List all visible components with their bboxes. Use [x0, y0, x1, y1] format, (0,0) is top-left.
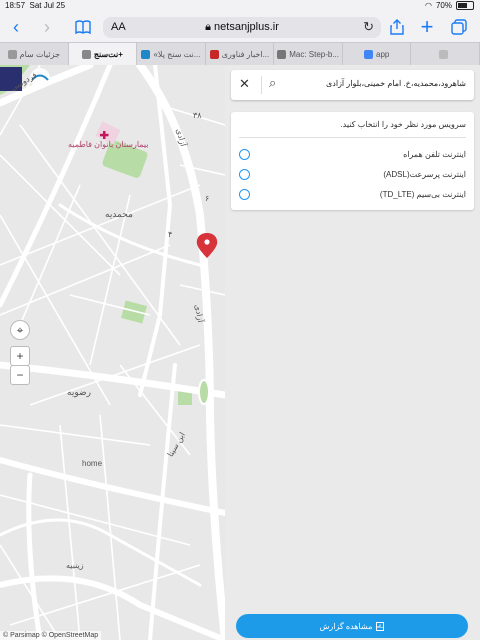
view-report-button[interactable]: مشاهده گزارش [236, 614, 468, 638]
tabs-icon [451, 19, 467, 35]
wifi-icon: ◠ [425, 1, 432, 10]
side-panel: ✕ ⌕ شاهرود،محمدیه،خ. امام خمینی،بلوار آز… [225, 65, 480, 640]
status-date: Sat Jul 25 [29, 1, 66, 10]
hospital-label: بیمارستان بانوان فاطمیه [68, 140, 149, 149]
map-attribution: © Parsimap © OpenStreetMap [0, 631, 102, 640]
book-icon [75, 20, 91, 34]
share-icon [390, 19, 404, 35]
zoom-in-button[interactable]: + [10, 346, 30, 366]
tab-label: اخبار فناوری... [221, 49, 270, 59]
status-bar: 18:57 Sat Jul 25 ◠ 70% [0, 0, 480, 12]
battery-percent: 70% [435, 1, 452, 10]
address-bar[interactable]: AA 🔒︎ netsanjplus.ir ↻ [103, 17, 381, 38]
tab-label: جزئیات سام [19, 49, 60, 59]
netsanj-icon [141, 49, 151, 59]
browser-toolbar: ‹ › AA 🔒︎ netsanjplus.ir ↻ + [0, 12, 480, 42]
news-icon [209, 49, 219, 59]
close-icon[interactable] [81, 49, 91, 59]
map-canvas[interactable] [0, 65, 225, 640]
service-option-adsl[interactable]: اینترنت پرسرعت(ADSL) [239, 168, 466, 184]
lock-icon: 🔒︎ [205, 21, 211, 33]
map-number-4: ۴ [168, 230, 173, 239]
tab-label: Mac: Step-b... [289, 49, 339, 59]
address-search-box[interactable]: ✕ ⌕ شاهرود،محمدیه،خ. امام خمینی،بلوار آز… [231, 70, 474, 100]
report-button-label: مشاهده گزارش [319, 621, 373, 631]
share-button[interactable] [386, 16, 408, 38]
radio-button[interactable] [239, 169, 250, 180]
service-option-tdlte[interactable]: اینترنت بی‌سیم (TD_LTE) [239, 188, 466, 204]
service-option-label: اینترنت تلفن همراه [403, 150, 466, 159]
district-label-razavieh: رضویه [67, 387, 91, 397]
close-icon[interactable]: ✕ [239, 76, 250, 92]
battery-icon [456, 1, 474, 10]
tab-4[interactable]: Mac: Step-b... [274, 43, 343, 65]
service-prompt: سرویس مورد نظر خود را انتخاب کنید. [340, 120, 466, 129]
tab-2[interactable]: «نت سنج پلا... [137, 43, 206, 65]
crosshair-icon: ⌖ [16, 322, 24, 337]
new-tab-button[interactable]: + [416, 14, 438, 39]
tab-strip: جزئیات سام نت‌سنج+ «نت سنج پلا... اخبار فنا… [0, 42, 480, 66]
tabs-overview-button[interactable] [448, 16, 470, 38]
zoom-out-button[interactable]: − [10, 365, 30, 385]
url-host: netsanjplus.ir [214, 21, 279, 33]
card-divider [239, 137, 466, 138]
search-divider [261, 76, 262, 94]
bookmarks-button[interactable] [72, 16, 94, 38]
radio-button[interactable] [239, 189, 250, 200]
map-number-6: ۶ [205, 194, 210, 203]
district-label-mohammadieh: محمدیه [105, 209, 133, 219]
map-label-home: home [82, 459, 103, 468]
service-selection-card: سرویس مورد نظر خود را انتخاب کنید. اینتر… [231, 112, 474, 210]
status-time: 18:57 [5, 1, 26, 10]
locate-me-button[interactable]: ⌖ [10, 320, 30, 340]
map-view[interactable]: فردوسی بیمارستان بانوان فاطمیه آزادی آزا… [0, 65, 225, 640]
back-button[interactable]: ‹ [5, 16, 27, 38]
service-option-label: اینترنت بی‌سیم (TD_LTE) [379, 190, 466, 199]
google-icon [364, 49, 373, 59]
district-label-zinabieh: زینبیه [66, 561, 84, 570]
service-option-label: اینترنت پرسرعت(ADSL) [383, 170, 466, 179]
tab-1[interactable]: نت‌سنج+ [68, 43, 138, 65]
blank-icon [439, 49, 449, 59]
doc-icon [277, 49, 287, 59]
search-icon[interactable]: ⌕ [269, 75, 276, 91]
radio-button[interactable] [239, 149, 250, 160]
tab-6[interactable] [411, 43, 480, 65]
map-number-38: ۳۸ [193, 111, 202, 120]
tab-label: «نت سنج پلا... [153, 49, 201, 59]
tab-label: نت‌سنج+ [93, 49, 123, 59]
page-icon [7, 49, 17, 59]
search-query[interactable]: شاهرود،محمدیه،خ. امام خمینی،بلوار آزادی [326, 79, 466, 88]
tab-3[interactable]: اخبار فناوری... [206, 43, 275, 65]
forward-button[interactable]: › [36, 16, 58, 38]
report-icon [376, 621, 385, 631]
tab-0[interactable]: جزئیات سام [0, 43, 69, 65]
tab-5[interactable]: app [343, 43, 412, 65]
reload-icon[interactable]: ↻ [363, 19, 374, 35]
tab-label: app [376, 49, 390, 59]
service-option-mobile[interactable]: اینترنت تلفن همراه [239, 148, 466, 164]
